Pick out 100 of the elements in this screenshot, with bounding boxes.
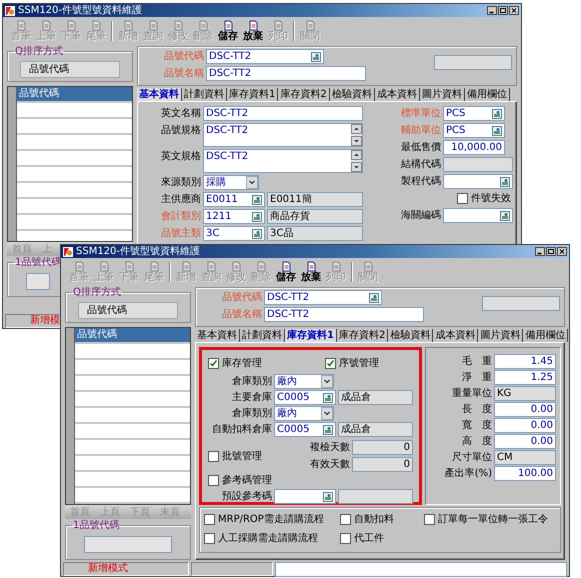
lookup-field[interactable]: C0005 (274, 422, 336, 437)
tab[interactable]: 庫存資料2 (278, 88, 330, 101)
item-list[interactable]: 品號代碼 (7, 86, 133, 242)
toolbar-button[interactable]: 儲存 (274, 258, 298, 284)
picker-icon[interactable] (369, 292, 379, 302)
tab[interactable]: 圖片資料 (478, 329, 524, 342)
caret-icon[interactable] (246, 176, 258, 189)
tab[interactable]: 成本資料 (374, 88, 420, 101)
item-list[interactable]: 品號代碼 (65, 327, 191, 505)
number-field[interactable]: 100.00 (494, 466, 556, 481)
lookup-field[interactable]: DSC-TT2 (264, 290, 382, 305)
lookup-field[interactable] (443, 208, 513, 223)
tab[interactable]: 檢驗資料 (330, 88, 375, 101)
field-label: 英文規格 (160, 150, 201, 164)
picker-icon[interactable] (492, 126, 502, 136)
sort-field[interactable]: 品號代碼 (78, 302, 178, 319)
picker-icon[interactable] (492, 108, 502, 118)
field-label: 品號規格 (160, 124, 201, 138)
window-title: SSM120-件號型號資料維護 (76, 246, 202, 258)
tab[interactable]: 庫存資料1 (227, 88, 278, 101)
list-header[interactable]: 品號代碼 (17, 87, 132, 101)
app-icon (63, 246, 73, 256)
picker-icon[interactable] (323, 492, 333, 502)
number-field[interactable]: 1.45 (494, 354, 556, 369)
input-field[interactable] (84, 536, 172, 553)
select-field[interactable]: 採購 (203, 175, 259, 190)
field-label: 倉庫類別 (231, 374, 272, 389)
select-field[interactable]: 廠內 (274, 374, 334, 389)
document-icon (230, 260, 242, 272)
input-field[interactable] (26, 273, 50, 290)
maximize-button[interactable] (498, 6, 508, 15)
text-area[interactable]: DSC-TT2 (203, 149, 363, 173)
lookup-field[interactable]: 3C (203, 226, 265, 241)
picker-icon[interactable] (323, 424, 333, 434)
field-label: 毛 重 (461, 354, 492, 369)
tab[interactable]: 圖片資料 (420, 88, 465, 101)
tab[interactable]: 計劃資料 (182, 88, 227, 101)
tab[interactable]: 基本資料 (137, 88, 182, 101)
field-label: 結構代碼 (400, 158, 441, 172)
checkbox[interactable]: 訂單每一單位轉一張工令 (424, 512, 556, 527)
picker-icon[interactable] (252, 194, 262, 204)
checkbox[interactable]: MRP/ROP需走請購流程 (204, 512, 340, 527)
lookup-field[interactable] (274, 489, 336, 504)
text-field[interactable]: DSC-TT2 (206, 66, 366, 81)
checkbox[interactable]: 參考碼管理 (208, 473, 413, 488)
toolbar-button[interactable]: 放棄 (241, 18, 265, 44)
number-field[interactable]: 1.25 (494, 370, 556, 385)
tab[interactable]: 庫存資料2 (336, 329, 388, 342)
lookup-field[interactable]: 1211 (203, 209, 265, 224)
picker-icon[interactable] (311, 52, 321, 62)
number-field[interactable]: 0.00 (494, 402, 556, 417)
lookup-field[interactable] (443, 174, 513, 189)
sort-field[interactable]: 品號代碼 (20, 61, 120, 78)
close-button[interactable] (557, 247, 567, 256)
lookup-field[interactable]: C0005 (274, 390, 336, 405)
toolbar-button[interactable]: 放棄 (299, 258, 323, 284)
picker-icon[interactable] (252, 212, 262, 222)
field-label: 預設參考碼 (221, 490, 272, 504)
number-field[interactable]: 0.00 (494, 434, 556, 449)
picker-icon[interactable] (500, 176, 510, 186)
tab[interactable]: 庫存資料1 (285, 329, 337, 342)
tab[interactable]: 備用欄位 (464, 88, 510, 101)
tab[interactable]: 檢驗資料 (388, 329, 434, 342)
minimize-button[interactable] (535, 247, 545, 256)
scrollbar[interactable] (351, 150, 362, 172)
checkbox[interactable]: 件號失效 (457, 191, 513, 206)
minimize-button[interactable] (487, 6, 497, 15)
text-field[interactable]: DSC-TT2 (264, 307, 424, 322)
lookup-field[interactable]: PCS (443, 123, 505, 138)
number-field[interactable]: 0.00 (494, 418, 556, 433)
picker-icon[interactable] (500, 210, 510, 220)
checkbox[interactable]: 庫存管理 (208, 356, 262, 371)
checkbox[interactable]: 代工件 (340, 531, 424, 546)
lookup-field[interactable]: PCS (443, 106, 505, 121)
lookup-field[interactable]: DSC-TT2 (206, 49, 324, 64)
caret-icon[interactable] (321, 407, 333, 420)
tab[interactable]: 成本資料 (433, 329, 478, 342)
field-label: 高 度 (461, 434, 492, 449)
checkbox[interactable]: 批號管理 (208, 440, 262, 472)
toolbar-button[interactable]: 儲存 (216, 18, 240, 44)
document-icon (124, 260, 134, 272)
number-field[interactable]: 10,000.00 (443, 140, 505, 155)
checkbox[interactable]: 自動扣料 (340, 512, 424, 527)
maximize-button[interactable] (546, 247, 556, 256)
lookup-field[interactable]: E0011 (203, 192, 265, 207)
picker-icon[interactable] (323, 392, 333, 402)
text-field[interactable]: DSC-TT2 (203, 106, 363, 121)
tab[interactable]: 備用欄位 (523, 329, 568, 342)
select-field[interactable]: 廠內 (274, 406, 334, 421)
tab[interactable]: 計劃資料 (240, 329, 285, 342)
list-header[interactable]: 品號代碼 (75, 328, 190, 342)
checkbox[interactable]: 序號管理 (325, 356, 379, 371)
text-area[interactable]: DSC-TT2 (203, 123, 363, 147)
picker-icon[interactable] (252, 228, 262, 238)
checkbox[interactable]: 人工採購需走請購流程 (204, 531, 340, 546)
caret-icon[interactable] (321, 375, 333, 388)
field-label: 主要倉庫 (231, 390, 272, 405)
tab[interactable]: 基本資料 (195, 329, 240, 342)
close-button[interactable] (509, 6, 519, 15)
scrollbar[interactable] (351, 124, 362, 146)
